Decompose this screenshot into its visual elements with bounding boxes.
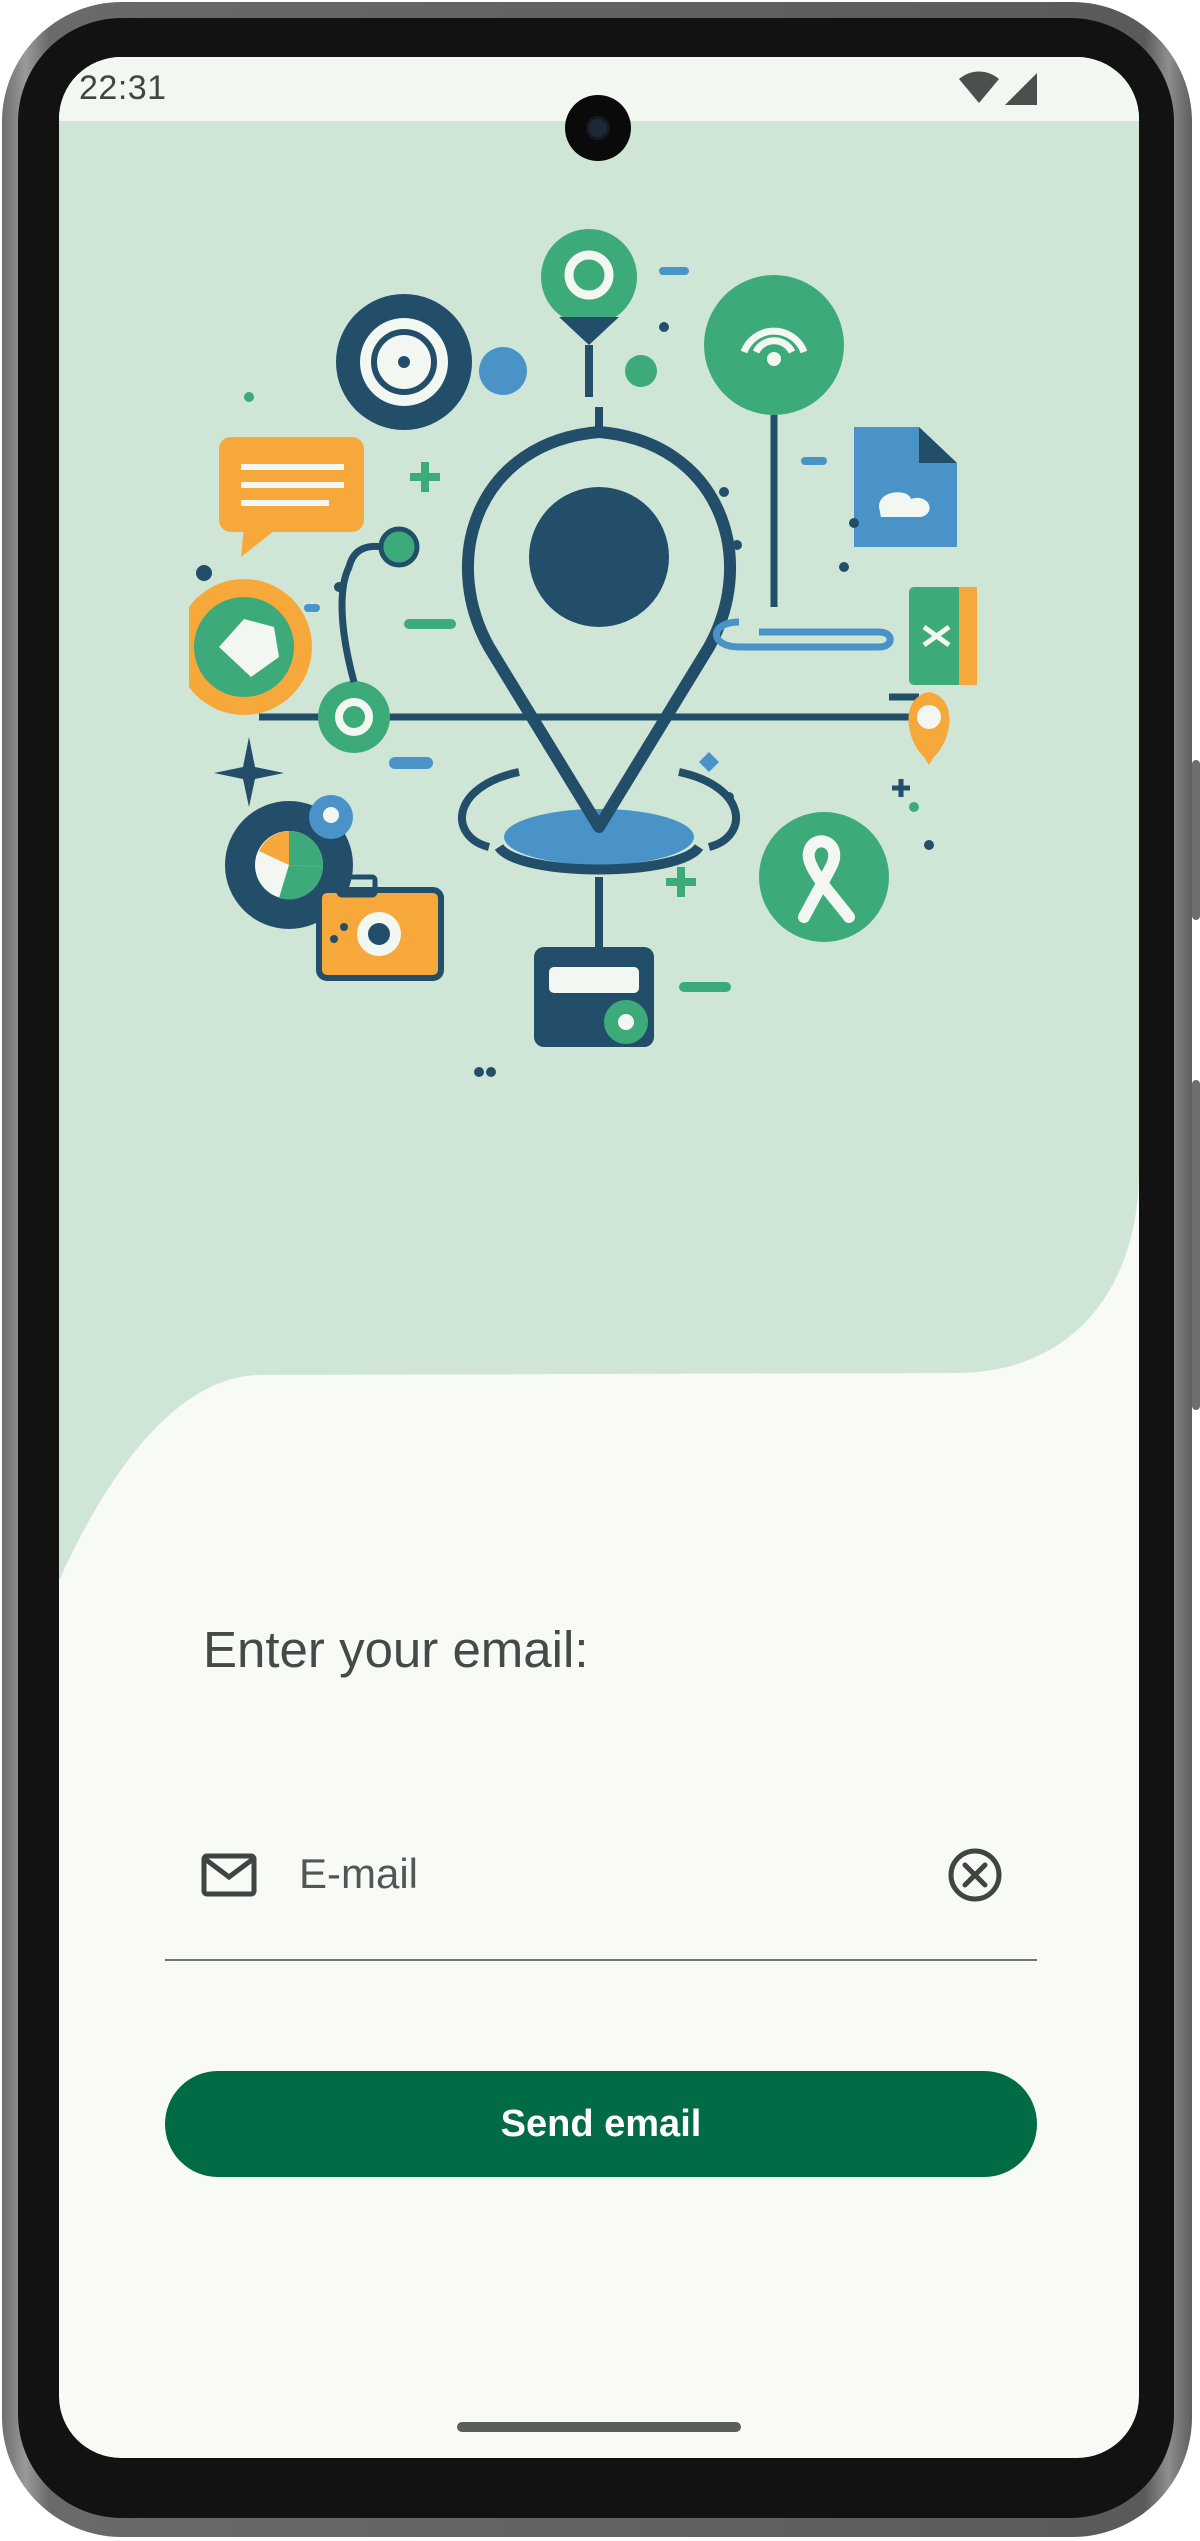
status-icons — [959, 71, 1037, 105]
ribbon-icon — [759, 812, 889, 942]
status-time: 22:31 — [79, 69, 167, 107]
book-icon — [909, 587, 977, 685]
location-marker-icon — [908, 692, 950, 765]
volume-button — [1192, 1080, 1200, 1410]
email-prompt-label: Enter your email: — [203, 1621, 589, 1678]
small-ring-icon — [318, 681, 390, 753]
target-icon — [336, 294, 472, 430]
power-button — [1192, 760, 1200, 920]
app-screen: 22:31 Enter your email: E-mail Send emai… — [59, 57, 1139, 2458]
wifi-icon — [959, 71, 999, 103]
email-input[interactable] — [299, 1839, 899, 1909]
document-icon — [854, 427, 957, 547]
camera-icon — [316, 874, 444, 981]
small-pin-icon — [541, 229, 637, 397]
clear-icon[interactable] — [947, 1847, 1003, 1903]
send-email-button[interactable]: Send email — [165, 2071, 1037, 2177]
home-indicator[interactable] — [457, 2422, 741, 2432]
front-camera — [565, 95, 631, 161]
map-pin-icon — [458, 407, 740, 947]
location-pin-illustration — [189, 229, 977, 1077]
badge-icon — [189, 579, 312, 715]
wallet-icon — [534, 947, 654, 1047]
email-field[interactable] — [165, 1813, 1037, 1961]
signal-icon — [1005, 73, 1037, 105]
chat-bubble-icon — [219, 437, 364, 557]
phone-device-frame: 22:31 Enter your email: E-mail Send emai… — [0, 0, 1200, 2541]
mail-icon — [201, 1853, 257, 1897]
camera-lens — [589, 119, 607, 137]
